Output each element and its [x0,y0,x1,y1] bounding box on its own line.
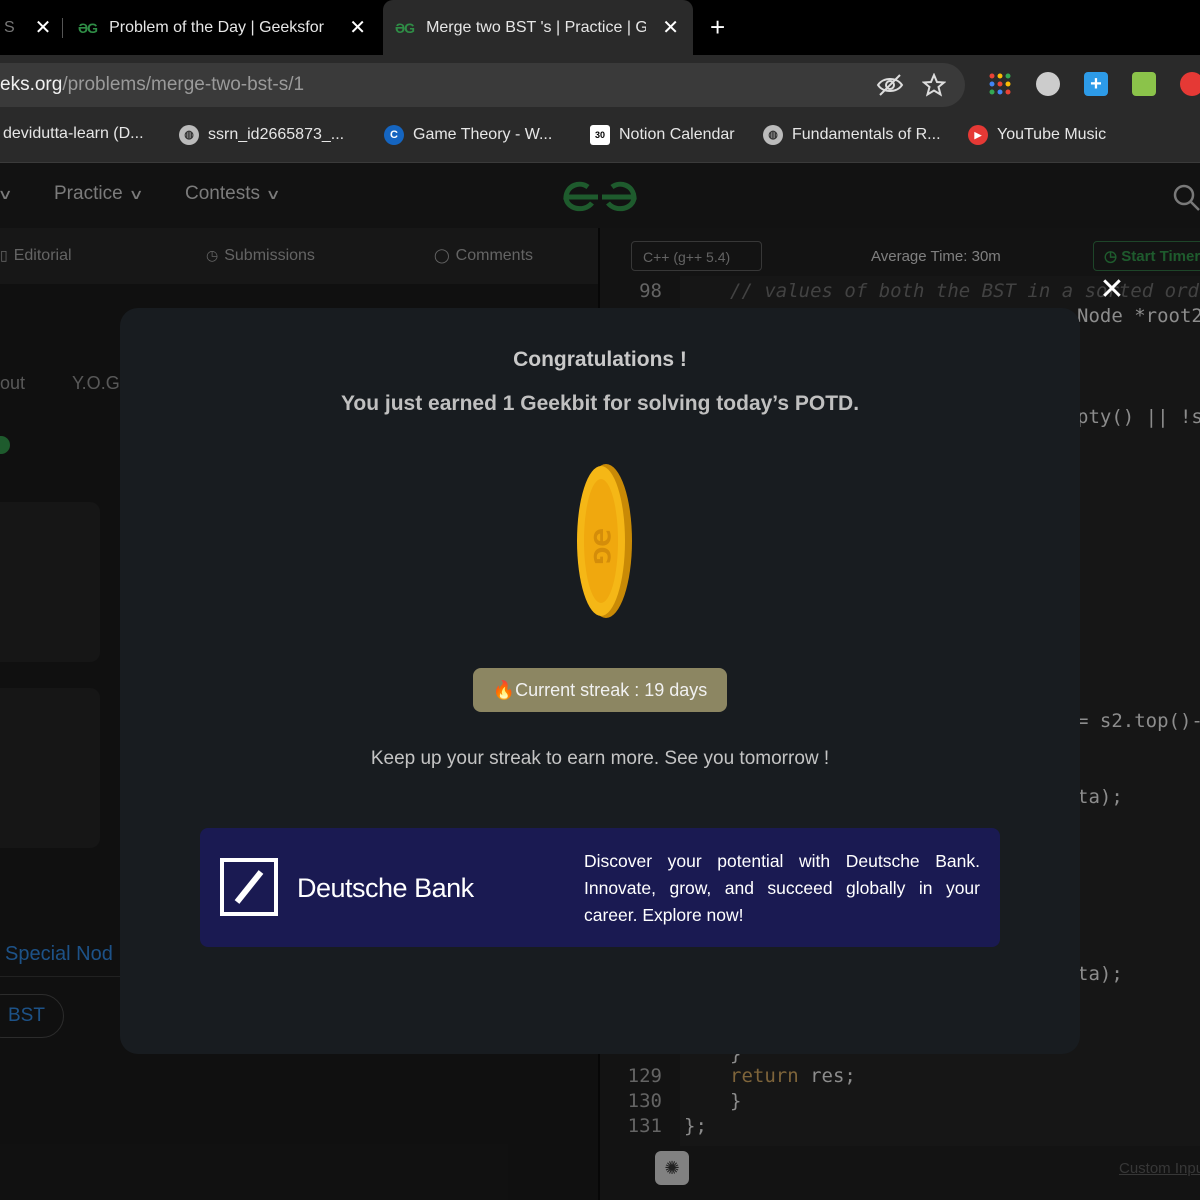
tab-title: S [4,18,15,36]
url-field[interactable]: eks.org/problems/merge-two-bst-s/1 [0,63,965,107]
deutsche-bank-logo-icon [220,858,278,916]
bookmark-fundamentals[interactable]: ◍ Fundamentals of R... [763,125,941,145]
bookmark-ssrn[interactable]: ◍ ssrn_id2665873_... [179,125,344,145]
bookmark-notion-calendar[interactable]: 30 Notion Calendar [590,125,735,145]
modal-subtitle: You just earned 1 Geekbit for solving to… [340,392,860,415]
bookmark-label: YouTube Music [997,126,1107,143]
gfg-favicon-icon: ƏG [78,19,98,36]
tab-problem-of-the-day[interactable]: ƏG Problem of the Day | Geeksfor ✕ [78,0,366,55]
c-logo-icon: C [384,125,404,145]
tab-title: Merge two BST 's | Practice | G [426,18,647,36]
ad-text: Discover your potential with Deutsche Ba… [584,851,980,925]
gfg-favicon-icon: ƏG [395,19,415,36]
extension-sprout-icon[interactable] [1132,72,1156,96]
modal-title: Congratulations ! [513,348,687,371]
bookmark-label: ssrn_id2665873_... [208,126,345,143]
globe-icon: ◍ [179,125,199,145]
bookmark-label: Fundamentals of R... [792,126,941,143]
extension-garlic-icon[interactable] [1036,72,1060,96]
geekbit-coin-icon: ƏG [577,464,632,618]
close-tab-icon[interactable]: ✕ [35,15,52,40]
close-tab-icon[interactable]: ✕ [662,15,679,40]
calendar-icon: 30 [590,125,610,145]
address-bar: eks.org/problems/merge-two-bst-s/1 + [0,55,1200,108]
streak-message: Keep up your streak to earn more. See yo… [370,748,830,769]
current-streak-badge: 🔥Current streak : 19 days [473,668,727,712]
eye-slash-icon[interactable] [876,73,904,97]
youtube-music-icon: ▶ [968,125,988,145]
congratulations-modal: Congratulations ! You just earned 1 Geek… [120,308,1080,1054]
url-host: eks.org [0,74,63,95]
bookmark-star-icon[interactable] [922,73,946,97]
bookmark-devidutta[interactable]: devidutta-learn (D... [3,125,144,143]
browser-tab-bar: S ✕ ƏG Problem of the Day | Geeksfor ✕ Ə… [0,0,1200,55]
bookmark-label: Notion Calendar [619,126,735,143]
extension-plus-icon[interactable]: + [1084,72,1108,96]
close-tab-icon[interactable]: ✕ [349,15,366,40]
tab-title: Problem of the Day | Geeksfor [109,18,324,36]
deutsche-bank-ad-banner[interactable]: Deutsche Bank Discover your potential wi… [200,828,1000,947]
globe-icon: ◍ [763,125,783,145]
tab-merge-two-bst[interactable]: ƏG Merge two BST 's | Practice | G ✕ [383,0,693,55]
url-path: /problems/merge-two-bst-s/1 [62,74,305,95]
tab-divider [62,18,63,38]
google-apps-icon[interactable] [988,72,1012,96]
bookmark-youtube-music[interactable]: ▶ YouTube Music [968,125,1106,145]
close-modal-button[interactable]: ✕ [1097,275,1127,305]
bookmark-game-theory[interactable]: C Game Theory - W... [384,125,552,145]
new-tab-button[interactable]: + [710,0,725,55]
bookmark-label: Game Theory - W... [413,126,553,143]
bookmarks-bar: devidutta-learn (D... ◍ ssrn_id2665873_..… [0,108,1200,163]
bookmark-label: devidutta-learn (D... [3,125,144,142]
svg-text:ƏG: ƏG [588,528,613,565]
tab-first[interactable]: S ✕ [0,0,64,55]
extension-stop-icon[interactable] [1180,72,1200,96]
url-text: eks.org/problems/merge-two-bst-s/1 [0,74,304,96]
ad-brand-name: Deutsche Bank [297,873,474,903]
